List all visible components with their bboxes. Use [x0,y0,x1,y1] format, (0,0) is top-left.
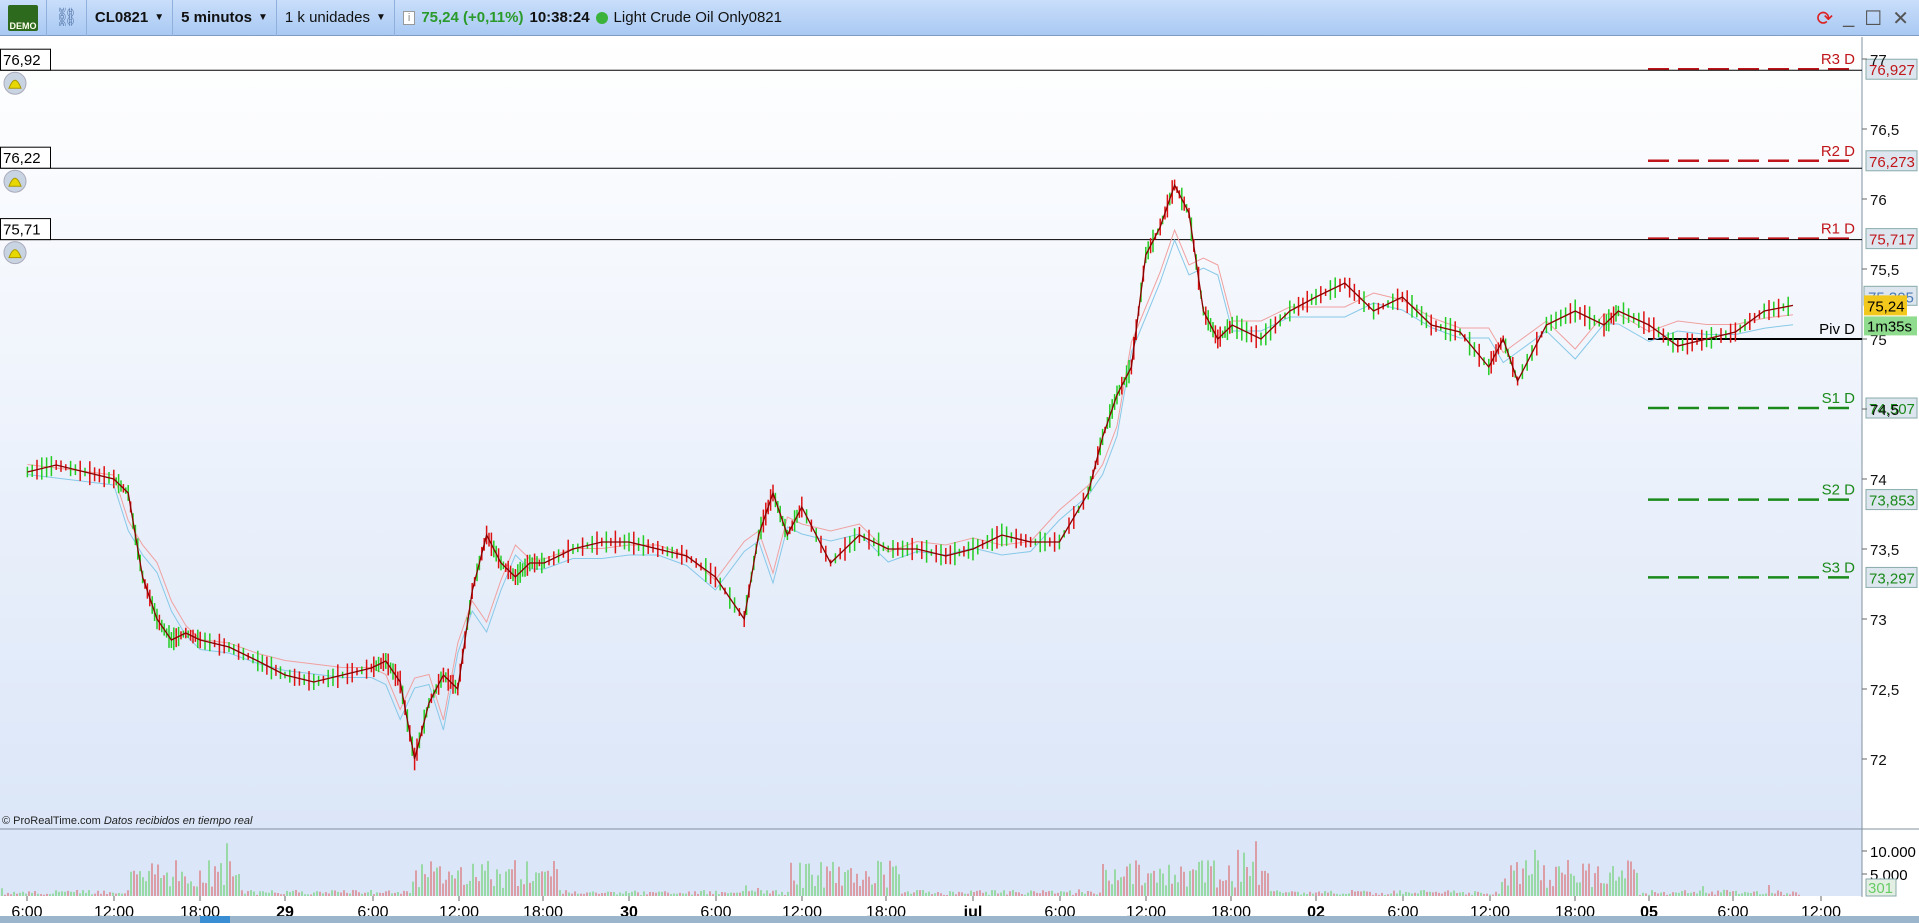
time-tick-label: 6:00 [1044,904,1075,916]
chart-background [0,37,1862,829]
price-tick-label: 73 [1870,612,1887,629]
price-chart[interactable]: R3 D76,927R2 D76,273R1 D75,717Piv DS1 D7… [0,37,1919,916]
pivot-label: R3 D [1821,51,1855,68]
pivot-label: S3 D [1822,559,1856,576]
price-tick-label: 76,5 [1870,122,1899,139]
symbol-selector[interactable]: CL0821 ▼ [87,0,174,36]
units-label: 1 k unidades [284,9,370,26]
chart-toolbar: DEMO ⛓ CL0821 ▼ 5 minutos ▼ 1 k unidades ▼ … [0,0,1919,36]
pivot-value: 76,273 [1869,154,1915,171]
horizontal-scrollbar[interactable] [0,916,1919,923]
symbol-label: CL0821 [94,9,149,26]
volume-tick-label: 10.000 [1870,844,1916,861]
chevron-down-icon: ▼ [257,12,268,23]
price-tick-label: 75,5 [1870,262,1899,279]
chevron-down-icon: ▼ [375,12,386,23]
price-tick-label: 72 [1870,752,1887,769]
volume-current: 301 [1868,880,1893,897]
time-tick-label: 18:00 [523,904,563,916]
time-tick-label: 12:00 [1126,904,1166,916]
time-tick-label: 12:00 [439,904,479,916]
quote-info: i 75,24 (+0,11%) 10:38:24 Light Crude Oi… [395,0,790,36]
time-tick-label: 05 [1640,904,1658,916]
time-tick-label: 18:00 [1555,904,1595,916]
pivot-value: 73,853 [1869,493,1915,510]
quote-time: 10:38:24 [529,9,590,26]
refresh-icon[interactable]: ⟳ [1816,6,1833,31]
time-tick-label: 18:00 [866,904,906,916]
units-selector[interactable]: 1 k unidades ▼ [277,0,395,36]
timeframe-selector[interactable]: 5 minutos ▼ [173,0,277,36]
pivot-label: S1 D [1822,390,1856,407]
time-tick-label: 30 [620,904,638,916]
time-tick-label: 6:00 [700,904,731,916]
pivot-value: 75,717 [1869,232,1915,249]
time-tick-label: 18:00 [1211,904,1251,916]
time-tick-label: 12:00 [1470,904,1510,916]
scrollbar-thumb[interactable] [200,916,230,923]
close-icon[interactable]: ✕ [1892,6,1909,31]
alert-price: 76,92 [3,52,41,69]
chevron-down-icon: ▼ [154,12,165,23]
pivot-label: R1 D [1821,221,1855,238]
alert-price: 76,22 [3,150,41,167]
pivot-value: 73,297 [1869,570,1915,587]
time-tick-label: 12:00 [94,904,134,916]
time-tick-label: 18:00 [180,904,220,916]
data-status: Datos recibidos en tiempo real [103,815,253,827]
price-tick-label: 74,5 [1870,402,1899,419]
footer: © ProRealTime.com Datos recibidos en tie… [2,815,252,827]
pivot-label: S2 D [1822,482,1856,499]
info-icon[interactable]: i [402,10,416,25]
status-dot-icon [595,11,608,24]
time-tick-label: 6:00 [357,904,388,916]
copyright: © ProRealTime.com [2,815,101,827]
price-tick-label: 73,5 [1870,542,1899,559]
instrument-name: Light Crude Oil Only0821 [613,9,782,26]
time-tick-label: 6:00 [11,904,42,916]
pivot-label: R2 D [1821,143,1855,160]
price-tick-label: 74 [1870,472,1887,489]
price-tick-label: 72,5 [1870,682,1899,699]
minimize-icon[interactable]: _ [1843,6,1854,31]
current-price: 75,24 [1867,298,1905,315]
time-tick-label: 12:00 [1801,904,1841,916]
countdown: 1m35s [1867,318,1912,335]
maximize-icon[interactable]: ☐ [1864,6,1882,31]
last-price: 75,24 (+0,11%) [421,9,524,26]
timeframe-label: 5 minutos [181,9,252,26]
time-tick-label: 02 [1307,904,1325,916]
time-tick-label: 29 [276,904,294,916]
time-tick-label: jul [963,904,983,916]
time-tick-label: 6:00 [1387,904,1418,916]
time-tick-label: 12:00 [782,904,822,916]
alert-price: 75,71 [3,222,41,239]
demo-badge: DEMO [0,0,47,36]
time-tick-label: 6:00 [1717,904,1748,916]
price-tick-label: 76 [1870,192,1887,209]
price-tick-label: 77 [1870,52,1887,69]
pivot-label: Piv D [1819,321,1855,338]
link-icon[interactable]: ⛓ [47,0,87,36]
